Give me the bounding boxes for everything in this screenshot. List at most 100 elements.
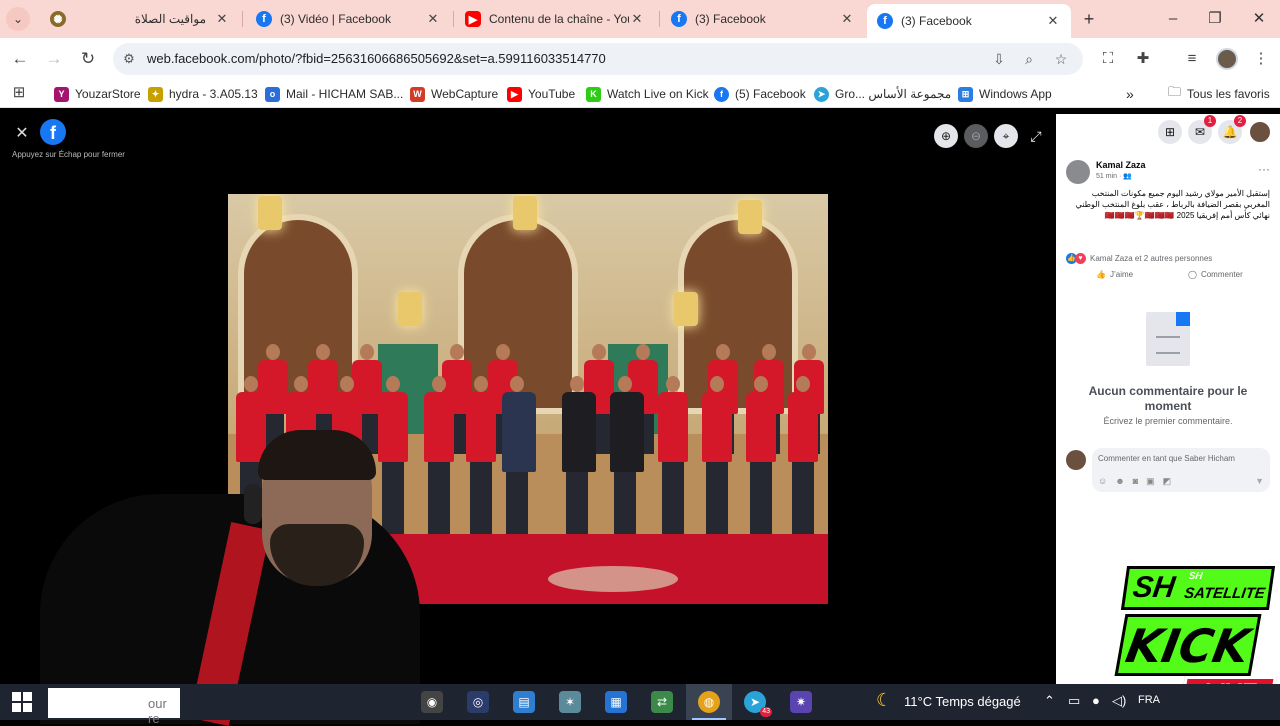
like-button[interactable]: 👍 J’aime: [1096, 270, 1133, 279]
telegram-icon[interactable]: ➤ 43: [744, 691, 772, 717]
tab-youtube[interactable]: ▶ Contenu de la chaîne - YouT ✕: [455, 0, 655, 38]
streamer-webcam: [0, 430, 420, 726]
volume-icon[interactable]: ◁): [1112, 693, 1126, 709]
taskbar-search[interactable]: our re: [48, 688, 180, 726]
minimize-icon[interactable]: –: [1162, 8, 1184, 30]
facebook-logo[interactable]: f: [40, 119, 66, 145]
tab-search-button[interactable]: ⌄: [6, 7, 30, 31]
menu-icon[interactable]: ⋮: [1250, 48, 1272, 70]
back-icon[interactable]: ←: [8, 47, 32, 71]
extensions-icon[interactable]: ✚: [1132, 48, 1154, 70]
calculator-icon[interactable]: ▦: [605, 691, 627, 713]
all-bookmarks-folder[interactable]: 🗀 Tous les favoris: [1168, 84, 1270, 103]
bookmark-label: (5) Facebook: [735, 87, 806, 101]
bookmark-youtube[interactable]: ▶ YouTube: [507, 85, 575, 103]
tab-strip: ⌄ ✺ مواقيت الصلاة ✕ f (3) Vidéo | Facebo…: [0, 0, 1280, 38]
post-time[interactable]: 51 min · 👥: [1096, 172, 1132, 180]
notifications-badge: 2: [1234, 115, 1246, 127]
gif-icon[interactable]: ▣: [1146, 476, 1155, 487]
camera-app-icon[interactable]: ◎: [467, 691, 489, 713]
obs-icon[interactable]: ◉: [421, 691, 443, 713]
close-tab-icon[interactable]: ✕: [425, 11, 441, 27]
sticker-icon[interactable]: ◩: [1163, 476, 1172, 487]
lantern: [674, 292, 698, 326]
zoom-in-icon[interactable]: ⊕: [934, 124, 958, 148]
bookmark-mail[interactable]: o Mail - HICHAM SAB...: [265, 85, 403, 103]
avatar-sticker-icon[interactable]: ☺: [1098, 476, 1107, 487]
media-control-icon[interactable]: ≡: [1181, 48, 1203, 70]
reload-icon[interactable]: ↻: [76, 47, 100, 71]
restore-icon[interactable]: ❐: [1204, 8, 1226, 30]
close-tab-icon[interactable]: ✕: [1045, 13, 1061, 29]
comment-placeholder: Commenter en tant que Saber Hicham: [1098, 454, 1235, 463]
menu-grid-icon[interactable]: ⊞: [1158, 120, 1182, 144]
forward-icon[interactable]: →: [42, 47, 66, 71]
reaction-icons[interactable]: 👍 ♥: [1066, 253, 1086, 264]
network-tool-icon[interactable]: ⇄: [651, 691, 673, 713]
fullscreen-icon[interactable]: ⤢: [1026, 126, 1046, 146]
bookmark-star-icon[interactable]: ☆: [1051, 49, 1071, 69]
tab-facebook-video[interactable]: f (3) Vidéo | Facebook ✕: [246, 0, 451, 38]
tab-prayer-times[interactable]: ✺ مواقيت الصلاة ✕: [40, 0, 240, 38]
window-close-icon[interactable]: ✕: [1248, 8, 1270, 30]
weather-text[interactable]: 11°C Temps dégagé: [904, 694, 1021, 709]
bookmark-facebook[interactable]: f (5) Facebook: [714, 85, 806, 103]
facebook-top-actions: ⊞ ✉ 1 🔔 2: [1158, 115, 1272, 146]
bookmark-label: Windows App: [979, 87, 1052, 101]
author-name[interactable]: Kamal Zaza: [1096, 160, 1146, 170]
start-button[interactable]: [12, 692, 32, 712]
new-tab-button[interactable]: +: [1078, 8, 1100, 30]
moon-icon[interactable]: ☾: [876, 690, 892, 711]
close-viewer-icon[interactable]: ✕: [12, 124, 32, 144]
tab-facebook[interactable]: f (3) Facebook ✕: [661, 0, 865, 38]
tag-icon[interactable]: ⌖: [994, 124, 1018, 148]
messenger-icon[interactable]: ✉ 1: [1188, 115, 1216, 144]
reaction-summary[interactable]: Kamal Zaza et 2 autres personnes: [1090, 254, 1212, 263]
language-indicator[interactable]: FRA: [1138, 694, 1160, 706]
bookmark-webcapture[interactable]: W WebCapture: [410, 85, 498, 103]
site-info-icon[interactable]: ⚙: [121, 51, 137, 67]
account-avatar[interactable]: [1248, 120, 1272, 144]
facebook-favicon: f: [877, 13, 893, 29]
tab-divider: [659, 11, 660, 27]
tab-facebook-active[interactable]: f (3) Facebook ✕: [867, 4, 1071, 38]
document-lines: [1156, 336, 1180, 354]
install-app-icon[interactable]: ⇩: [989, 49, 1009, 69]
bookmark-youzarstore[interactable]: Y YouzarStore: [54, 85, 141, 103]
comment-button[interactable]: ◯ Commenter: [1188, 270, 1243, 279]
file-explorer-icon[interactable]: ▤: [513, 691, 535, 713]
tab-title: (3) Facebook: [695, 12, 766, 26]
zoom-out-icon[interactable]: ⊖: [964, 124, 988, 148]
profile-avatar[interactable]: [1216, 48, 1238, 70]
url-text[interactable]: web.facebook.com/photo/?fbid=25631606686…: [147, 51, 606, 66]
youtube-favicon: ▶: [465, 11, 481, 27]
dish-app-icon[interactable]: ✷: [790, 691, 812, 713]
show-hidden-icons-icon[interactable]: ⌃: [1044, 693, 1055, 709]
camera-icon[interactable]: ◙: [1133, 476, 1138, 487]
apps-grid-icon[interactable]: ⊞: [8, 82, 30, 104]
network-icon[interactable]: ▭: [1068, 693, 1080, 709]
satellite-tool-icon[interactable]: ✶: [559, 691, 581, 713]
microphone-icon[interactable]: ●: [1092, 693, 1100, 708]
bookmark-kick[interactable]: K Watch Live on Kick: [586, 85, 709, 103]
address-bar[interactable]: ⚙ web.facebook.com/photo/?fbid=256316066…: [113, 43, 1083, 75]
lantern: [513, 196, 537, 230]
bookmark-hydra[interactable]: ✦ hydra - 3.A05.13: [148, 85, 258, 103]
notifications-icon[interactable]: 🔔 2: [1218, 115, 1246, 144]
zoom-icon[interactable]: ⌕: [1019, 49, 1039, 69]
bookmark-windows-app[interactable]: ⊞ Windows App: [958, 85, 1052, 103]
close-tab-icon[interactable]: ✕: [839, 11, 855, 27]
comment-input[interactable]: Commenter en tant que Saber Hicham ☺ ☻ ◙…: [1092, 448, 1270, 492]
author-avatar[interactable]: [1066, 160, 1090, 184]
more-options-icon[interactable]: ···: [1258, 162, 1270, 176]
send-icon[interactable]: ▼: [1255, 476, 1264, 486]
youtube-icon: ▶: [507, 86, 522, 102]
close-tab-icon[interactable]: ✕: [629, 11, 645, 27]
close-tab-icon[interactable]: ✕: [214, 11, 230, 27]
more-bookmarks-button[interactable]: »: [1126, 85, 1134, 103]
telegram-badge: 43: [760, 707, 772, 717]
screenshot-extension-icon[interactable]: ⛶: [1097, 48, 1119, 70]
chrome-icon[interactable]: ◍: [692, 691, 726, 720]
bookmark-group[interactable]: ➤ Gro... مجموعة الأساس: [814, 85, 951, 103]
emoji-icon[interactable]: ☻: [1115, 476, 1124, 487]
